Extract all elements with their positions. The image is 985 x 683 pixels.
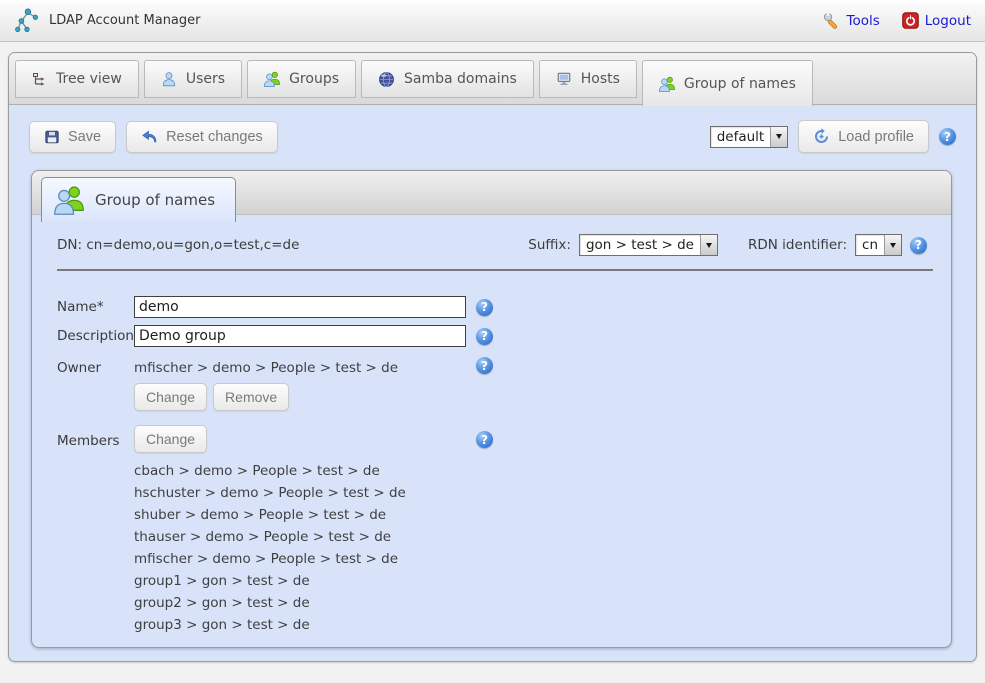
- tools-label: Tools: [847, 13, 880, 29]
- wrench-icon: [823, 12, 841, 30]
- change-label: Change: [146, 431, 195, 447]
- tab-label: Hosts: [581, 71, 620, 87]
- logout-power-icon: [902, 12, 919, 29]
- suffix-select-value: gon > test > de: [580, 235, 700, 255]
- group-of-names-icon: [54, 185, 84, 215]
- app-header: LDAP Account Manager Tools Logout: [0, 0, 985, 42]
- app-title: LDAP Account Manager: [49, 13, 201, 28]
- reset-changes-label: Reset changes: [166, 129, 263, 145]
- owner-row: Owner mfischer > demo > People > test > …: [57, 357, 927, 376]
- tab-groups[interactable]: Groups: [247, 60, 356, 98]
- tab-tree-view[interactable]: Tree view: [15, 60, 139, 98]
- tab-users[interactable]: Users: [144, 60, 242, 98]
- lam-logo-icon: [14, 7, 40, 35]
- select-arrow-icon: [770, 127, 787, 147]
- select-arrow-icon: [700, 235, 717, 255]
- tab-label: Users: [186, 71, 225, 87]
- member-item: group2 > gon > test > de: [134, 592, 927, 614]
- globe-icon: [378, 71, 395, 88]
- name-label: Name*: [57, 299, 134, 315]
- tools-link[interactable]: Tools: [823, 12, 880, 30]
- rdn-select-value: cn: [856, 235, 884, 255]
- host-icon: [556, 71, 572, 87]
- help-icon[interactable]: [939, 128, 956, 145]
- member-item: group3 > gon > test > de: [134, 614, 927, 636]
- member-item: hschuster > demo > People > test > de: [134, 482, 927, 504]
- member-item: group1 > gon > test > de: [134, 570, 927, 592]
- change-label: Change: [146, 389, 195, 405]
- description-label: Description: [57, 328, 134, 344]
- module-tabstrip: Tree view Users Groups: [9, 53, 976, 105]
- name-help-icon[interactable]: [476, 299, 493, 316]
- logout-label: Logout: [925, 13, 971, 29]
- members-row: Members Change: [57, 425, 927, 453]
- profile-select[interactable]: default: [710, 126, 789, 148]
- reset-changes-button[interactable]: Reset changes: [126, 121, 278, 153]
- members-help-icon[interactable]: [476, 431, 493, 448]
- owner-value: mfischer > demo > People > test > de: [134, 357, 398, 376]
- group-of-names-panel: Group of names DN: cn=demo,ou=gon,o=test…: [31, 170, 952, 648]
- members-label: Members: [57, 425, 134, 449]
- description-row: Description: [57, 325, 927, 347]
- divider: [57, 269, 933, 271]
- member-item: shuber > demo > People > test > de: [134, 504, 927, 526]
- name-input[interactable]: [134, 296, 466, 318]
- save-floppy-icon: [44, 129, 60, 145]
- dn-text: DN: cn=demo,ou=gon,o=test,c=de: [57, 237, 299, 253]
- suffix-label: Suffix:: [528, 237, 571, 253]
- suffix-help-icon[interactable]: [910, 237, 927, 254]
- member-list: cbach > demo > People > test > de hschus…: [134, 460, 927, 636]
- user-icon: [161, 71, 177, 87]
- tree-view-icon: [32, 72, 47, 87]
- owner-change-button[interactable]: Change: [134, 383, 207, 411]
- toolbar: Save Reset changes default: [9, 105, 976, 166]
- members-change-button[interactable]: Change: [134, 425, 207, 453]
- tab-group-of-names[interactable]: Group of names: [642, 60, 813, 106]
- group-of-names-icon: [659, 76, 675, 92]
- member-item: mfischer > demo > People > test > de: [134, 548, 927, 570]
- panel-tab-group-of-names[interactable]: Group of names: [41, 177, 236, 222]
- tab-label: Group of names: [684, 76, 796, 92]
- rdn-label: RDN identifier:: [748, 237, 847, 253]
- panel-tabstrip: Group of names: [32, 171, 951, 215]
- name-row: Name*: [57, 296, 927, 318]
- groups-icon: [264, 71, 280, 87]
- owner-label: Owner: [57, 357, 134, 376]
- members-block: Members Change cbach > demo > People > t…: [57, 425, 927, 636]
- description-help-icon[interactable]: [476, 328, 493, 345]
- description-input[interactable]: [134, 325, 466, 347]
- member-item: cbach > demo > People > test > de: [134, 460, 927, 482]
- group-form: Name* Description Owner mfischer > demo …: [57, 296, 927, 636]
- tab-label: Tree view: [56, 71, 122, 87]
- tab-hosts[interactable]: Hosts: [539, 60, 637, 98]
- main-container: Tree view Users Groups: [8, 52, 977, 662]
- rdn-select[interactable]: cn: [855, 234, 902, 256]
- owner-buttons: Change Remove: [134, 383, 927, 411]
- tab-label: Groups: [289, 71, 339, 87]
- load-profile-button[interactable]: Load profile: [798, 120, 929, 153]
- load-profile-label: Load profile: [838, 129, 914, 145]
- brand: LDAP Account Manager: [14, 7, 201, 35]
- refresh-plus-icon: [813, 128, 830, 145]
- select-arrow-icon: [884, 235, 901, 255]
- panel-tab-label: Group of names: [95, 191, 215, 209]
- remove-label: Remove: [225, 389, 277, 405]
- owner-remove-button[interactable]: Remove: [213, 383, 289, 411]
- member-item: thauser > demo > People > test > de: [134, 526, 927, 548]
- suffix-select[interactable]: gon > test > de: [579, 234, 718, 256]
- profile-select-value: default: [711, 127, 771, 147]
- save-button[interactable]: Save: [29, 121, 116, 153]
- undo-arrow-icon: [141, 129, 158, 144]
- tab-samba-domains[interactable]: Samba domains: [361, 60, 534, 98]
- dn-row: DN: cn=demo,ou=gon,o=test,c=de Suffix: g…: [57, 234, 927, 256]
- save-label: Save: [68, 129, 101, 145]
- tab-label: Samba domains: [404, 71, 517, 87]
- owner-help-icon[interactable]: [476, 357, 493, 374]
- logout-link[interactable]: Logout: [902, 12, 971, 29]
